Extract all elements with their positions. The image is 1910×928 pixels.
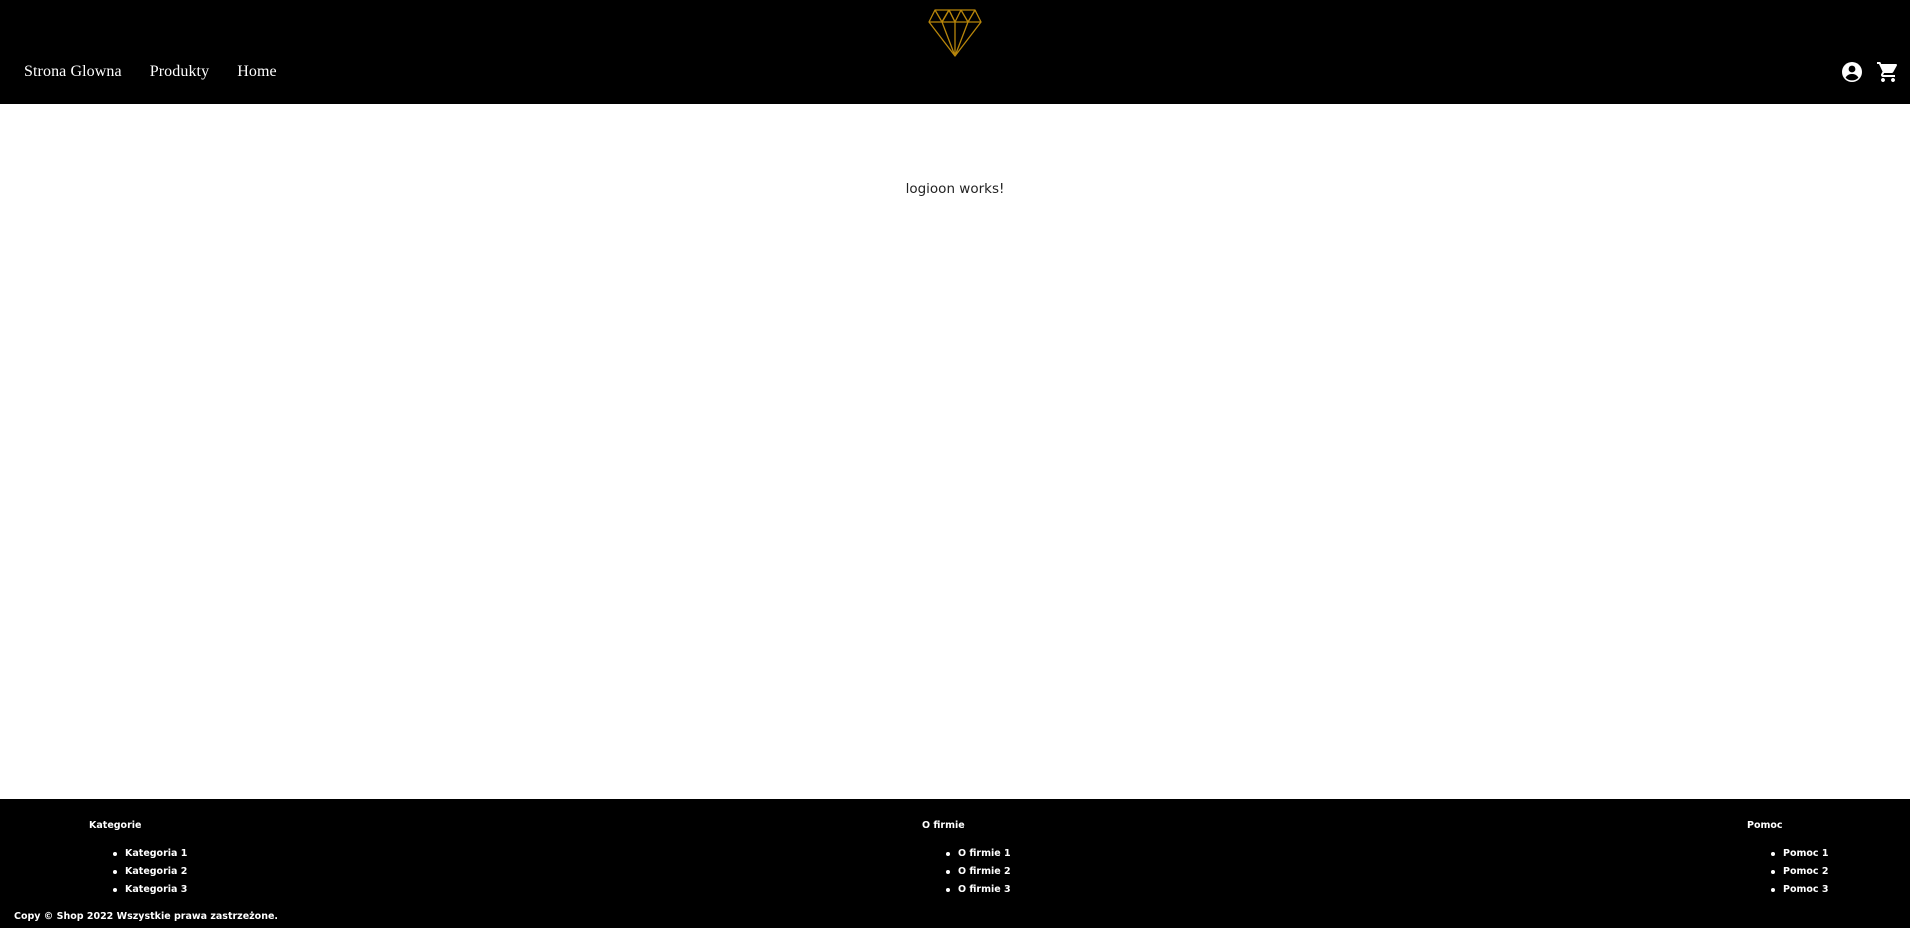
main-nav: Strona Glowna Produkty Home [24,60,305,84]
footer-link-list: O firmie 1 O firmie 2 O firmie 3 [922,845,1011,899]
footer-link[interactable]: O firmie 2 [946,863,1011,881]
footer-link[interactable]: Pomoc 1 [1771,845,1828,863]
footer-link[interactable]: Kategoria 3 [113,881,187,899]
footer-column-o-firmie: O firmie O firmie 1 O firmie 2 O firmie … [922,820,1011,899]
diamond-icon[interactable] [927,6,983,58]
nav-link-produkty[interactable]: Produkty [150,63,209,81]
footer-column-title: O firmie [922,820,965,831]
footer-column-kategorie: Kategorie Kategoria 1 Kategoria 2 Katego… [89,820,187,899]
header-actions [1828,60,1900,84]
footer-link[interactable]: O firmie 1 [946,845,1011,863]
footer-link[interactable]: O firmie 3 [946,881,1011,899]
footer-link-list: Pomoc 1 Pomoc 2 Pomoc 3 [1747,845,1828,899]
footer-column-title: Kategorie [89,820,142,831]
footer-link[interactable]: Kategoria 2 [113,863,187,881]
site-footer: Kategorie Kategoria 1 Kategoria 2 Katego… [0,799,1910,928]
footer-link[interactable]: Pomoc 3 [1771,881,1828,899]
nav-link-strona-glowna[interactable]: Strona Glowna [24,63,122,81]
copyright-text: Copy © Shop 2022 Wszystkie prawa zastrze… [14,911,279,922]
footer-column-title: Pomoc [1747,820,1783,831]
nav-link-home[interactable]: Home [237,63,277,81]
site-header: Strona Glowna Produkty Home [0,0,1910,104]
footer-link[interactable]: Kategoria 1 [113,845,187,863]
page-message: logioon works! [905,180,1005,197]
account-circle-icon[interactable] [1840,60,1864,84]
footer-link[interactable]: Pomoc 2 [1771,863,1828,881]
shopping-cart-icon[interactable] [1876,60,1900,84]
footer-column-pomoc: Pomoc Pomoc 1 Pomoc 2 Pomoc 3 [1747,820,1828,899]
main-content: logioon works! [0,104,1910,799]
footer-link-list: Kategoria 1 Kategoria 2 Kategoria 3 [89,845,187,899]
